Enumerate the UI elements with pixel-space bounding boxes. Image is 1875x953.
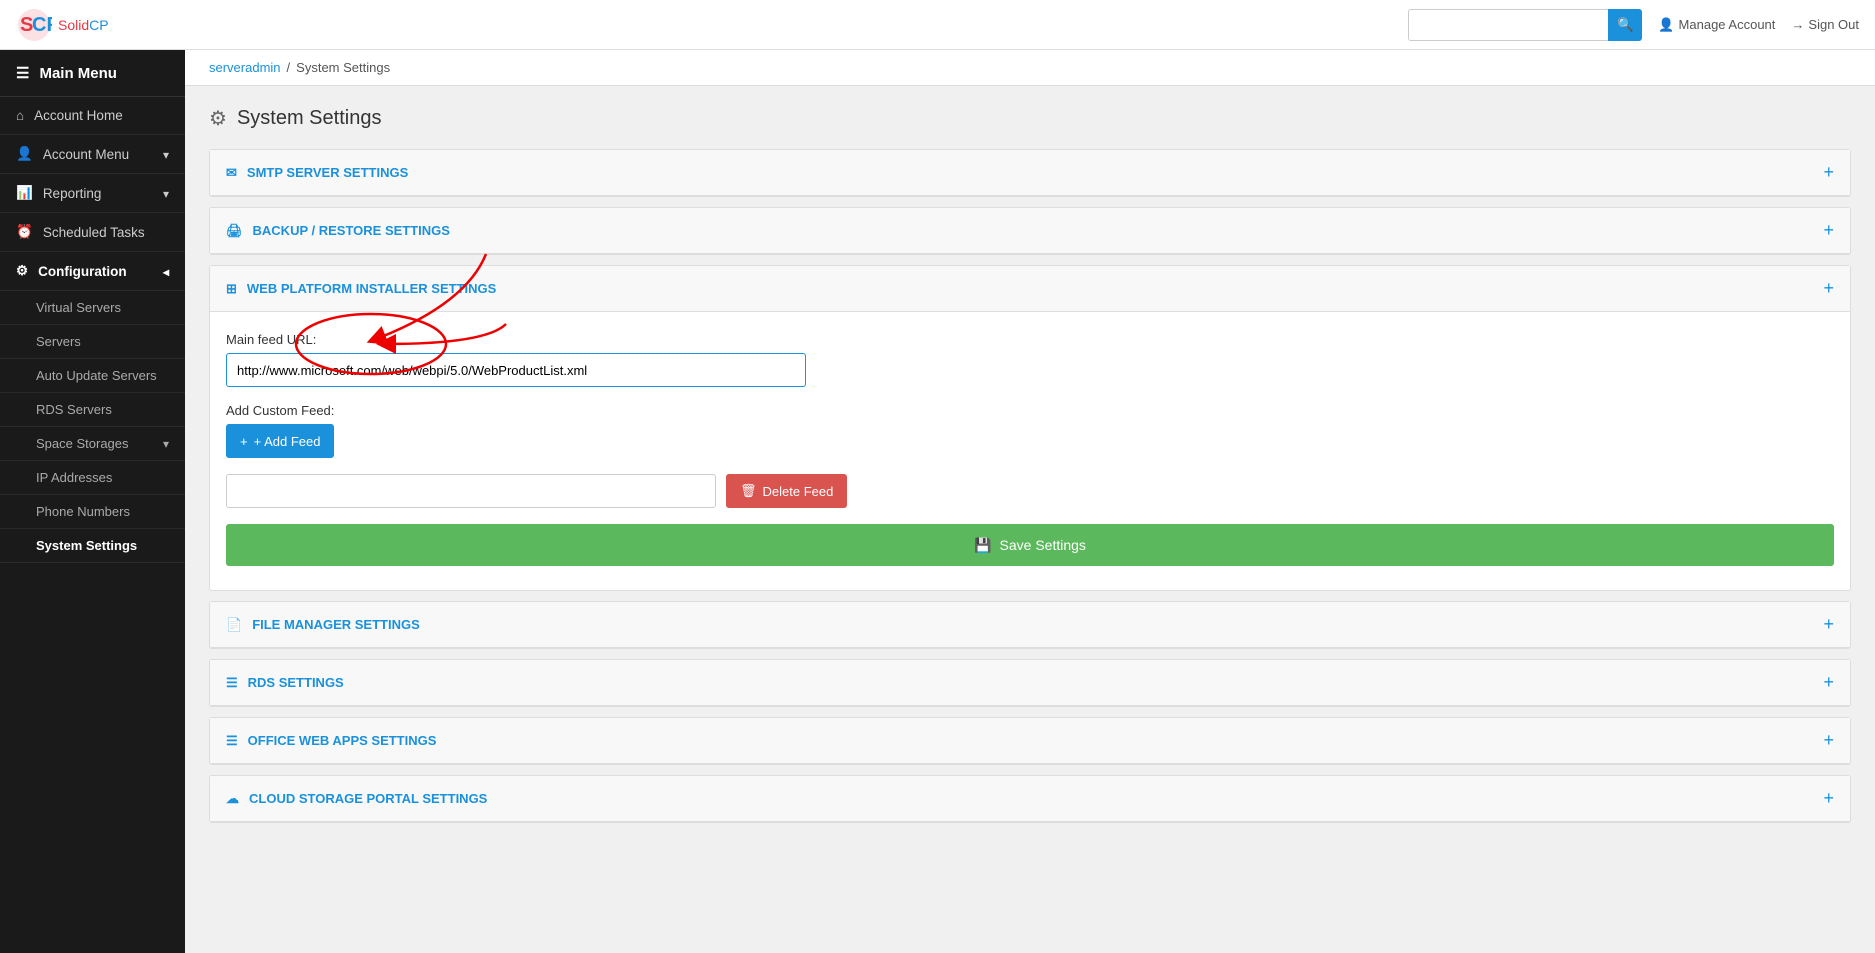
webpi-icon: ⊞ bbox=[226, 281, 237, 297]
accordion-backup-header[interactable]: 🖨 BACKUP / RESTORE SETTINGS + bbox=[210, 208, 1850, 254]
delete-feed-button[interactable]: 🗑 Delete Feed bbox=[726, 474, 847, 508]
custom-feed-row: 🗑 Delete Feed bbox=[226, 474, 1834, 508]
main-feed-url-input[interactable] bbox=[226, 353, 806, 387]
logo-text: SolidCP bbox=[58, 17, 109, 33]
webpi-toggle-icon: + bbox=[1823, 278, 1834, 299]
save-icon: 💾 bbox=[974, 537, 991, 554]
sidebar-item-system-settings[interactable]: System Settings bbox=[0, 529, 185, 563]
chevron-down-icon bbox=[163, 436, 169, 451]
sidebar-item-auto-update-servers[interactable]: Auto Update Servers bbox=[0, 359, 185, 393]
user-icon: 👤 bbox=[16, 146, 33, 162]
sidebar: ☰ Main Menu ⌂ Account Home 👤 Account Men… bbox=[0, 50, 185, 953]
breadcrumb-separator: / bbox=[287, 60, 291, 75]
trash-icon: 🗑 bbox=[740, 483, 757, 499]
accordion-rds-header[interactable]: ☰ RDS SETTINGS + bbox=[210, 660, 1850, 706]
svg-text:CP: CP bbox=[32, 14, 52, 36]
main-content: serveradmin / System Settings ⚙ System S… bbox=[185, 50, 1875, 953]
sign-out-icon: → bbox=[1791, 17, 1804, 32]
accordion-officewebapps: ☰ OFFICE WEB APPS SETTINGS + bbox=[209, 717, 1851, 765]
office-icon: ☰ bbox=[226, 733, 238, 749]
sidebar-item-rds-servers[interactable]: RDS Servers bbox=[0, 393, 185, 427]
sidebar-main-menu[interactable]: ☰ Main Menu bbox=[0, 50, 185, 97]
accordion-smtp: ✉ SMTP SERVER SETTINGS + bbox=[209, 149, 1851, 197]
add-custom-feed-group: Add Custom Feed: + + Add Feed bbox=[226, 403, 1834, 458]
logo: S CP SolidCP bbox=[16, 7, 109, 43]
chevron-down-icon bbox=[163, 186, 169, 201]
chart-icon: 📊 bbox=[16, 185, 33, 201]
accordion-backup: 🖨 BACKUP / RESTORE SETTINGS + bbox=[209, 207, 1851, 255]
manage-account-link[interactable]: 👤 Manage Account bbox=[1658, 17, 1775, 33]
accordion-filemanager-header[interactable]: 📄 FILE MANAGER SETTINGS + bbox=[210, 602, 1850, 648]
cloud-icon: ☁ bbox=[226, 791, 239, 807]
save-settings-button[interactable]: 💾 Save Settings bbox=[226, 524, 1834, 566]
annotation: + + Add Feed bbox=[226, 424, 1834, 458]
filemanager-toggle-icon: + bbox=[1823, 614, 1834, 635]
chevron-down-icon bbox=[163, 147, 169, 162]
manage-account-icon: 👤 bbox=[1658, 17, 1674, 33]
clock-icon: ⏰ bbox=[16, 224, 33, 240]
accordion-webpi: ⊞ WEB PLATFORM INSTALLER SETTINGS + Main… bbox=[209, 265, 1851, 591]
cloudstorage-toggle-icon: + bbox=[1823, 788, 1834, 809]
home-icon: ⌂ bbox=[16, 108, 24, 123]
sidebar-item-reporting[interactable]: 📊 Reporting bbox=[0, 174, 185, 213]
logo-icon: S CP bbox=[16, 7, 52, 43]
menu-icon: ☰ bbox=[16, 64, 29, 82]
layout: ☰ Main Menu ⌂ Account Home 👤 Account Men… bbox=[0, 50, 1875, 953]
sidebar-item-account-menu[interactable]: 👤 Account Menu bbox=[0, 135, 185, 174]
officewebapps-toggle-icon: + bbox=[1823, 730, 1834, 751]
accordion-webpi-body: Main feed URL: Add Custom Feed: + + Add … bbox=[210, 312, 1850, 590]
settings-gear-icon: ⚙ bbox=[209, 106, 227, 131]
add-custom-feed-label: Add Custom Feed: bbox=[226, 403, 1834, 418]
search-icon: 🔍 bbox=[1617, 17, 1634, 33]
chevron-left-icon bbox=[163, 264, 169, 279]
custom-feed-input[interactable] bbox=[226, 474, 716, 508]
breadcrumb-serveradmin[interactable]: serveradmin bbox=[209, 60, 281, 75]
backup-toggle-icon: + bbox=[1823, 220, 1834, 241]
sidebar-item-account-home[interactable]: ⌂ Account Home bbox=[0, 97, 185, 135]
file-icon: 📄 bbox=[226, 617, 242, 633]
sidebar-item-servers[interactable]: Servers bbox=[0, 325, 185, 359]
search-bar: 🔍 bbox=[1408, 9, 1642, 41]
sidebar-item-space-storages[interactable]: Space Storages bbox=[0, 427, 185, 461]
accordion-cloudstorage: ☁ CLOUD STORAGE PORTAL SETTINGS + bbox=[209, 775, 1851, 823]
sign-out-link[interactable]: → Sign Out bbox=[1791, 17, 1859, 32]
accordion-rds: ☰ RDS SETTINGS + bbox=[209, 659, 1851, 707]
sidebar-item-virtual-servers[interactable]: Virtual Servers bbox=[0, 291, 185, 325]
rds-icon: ☰ bbox=[226, 675, 238, 691]
rds-toggle-icon: + bbox=[1823, 672, 1834, 693]
top-nav-right: 🔍 👤 Manage Account → Sign Out bbox=[1408, 9, 1859, 41]
smtp-toggle-icon: + bbox=[1823, 162, 1834, 183]
accordion-smtp-header[interactable]: ✉ SMTP SERVER SETTINGS + bbox=[210, 150, 1850, 196]
config-icon: ⚙ bbox=[16, 263, 28, 279]
plus-icon: + bbox=[240, 434, 248, 449]
add-feed-button[interactable]: + + Add Feed bbox=[226, 424, 334, 458]
accordion-filemanager: 📄 FILE MANAGER SETTINGS + bbox=[209, 601, 1851, 649]
sidebar-item-ip-addresses[interactable]: IP Addresses bbox=[0, 461, 185, 495]
sidebar-item-phone-numbers[interactable]: Phone Numbers bbox=[0, 495, 185, 529]
breadcrumb-current: System Settings bbox=[296, 60, 390, 75]
page-title-row: ⚙ System Settings bbox=[209, 106, 1851, 131]
page-container: ⚙ System Settings ✉ SMTP SERVER SETTINGS… bbox=[185, 86, 1875, 853]
save-row: 💾 Save Settings bbox=[226, 524, 1834, 566]
search-button[interactable]: 🔍 bbox=[1608, 9, 1642, 41]
accordion-cloudstorage-header[interactable]: ☁ CLOUD STORAGE PORTAL SETTINGS + bbox=[210, 776, 1850, 822]
sidebar-item-configuration[interactable]: ⚙ Configuration bbox=[0, 252, 185, 291]
backup-icon: 🖨 bbox=[226, 223, 243, 239]
top-navbar: S CP SolidCP 🔍 👤 Manage Account → Sign O… bbox=[0, 0, 1875, 50]
main-feed-url-label: Main feed URL: bbox=[226, 332, 1834, 347]
accordion-webpi-header[interactable]: ⊞ WEB PLATFORM INSTALLER SETTINGS + bbox=[210, 266, 1850, 312]
accordion-officewebapps-header[interactable]: ☰ OFFICE WEB APPS SETTINGS + bbox=[210, 718, 1850, 764]
search-input[interactable] bbox=[1408, 9, 1608, 41]
main-feed-url-group: Main feed URL: bbox=[226, 332, 1834, 387]
page-title: System Settings bbox=[237, 107, 382, 130]
email-icon: ✉ bbox=[226, 165, 237, 181]
sidebar-item-scheduled-tasks[interactable]: ⏰ Scheduled Tasks bbox=[0, 213, 185, 252]
breadcrumb: serveradmin / System Settings bbox=[185, 50, 1875, 86]
